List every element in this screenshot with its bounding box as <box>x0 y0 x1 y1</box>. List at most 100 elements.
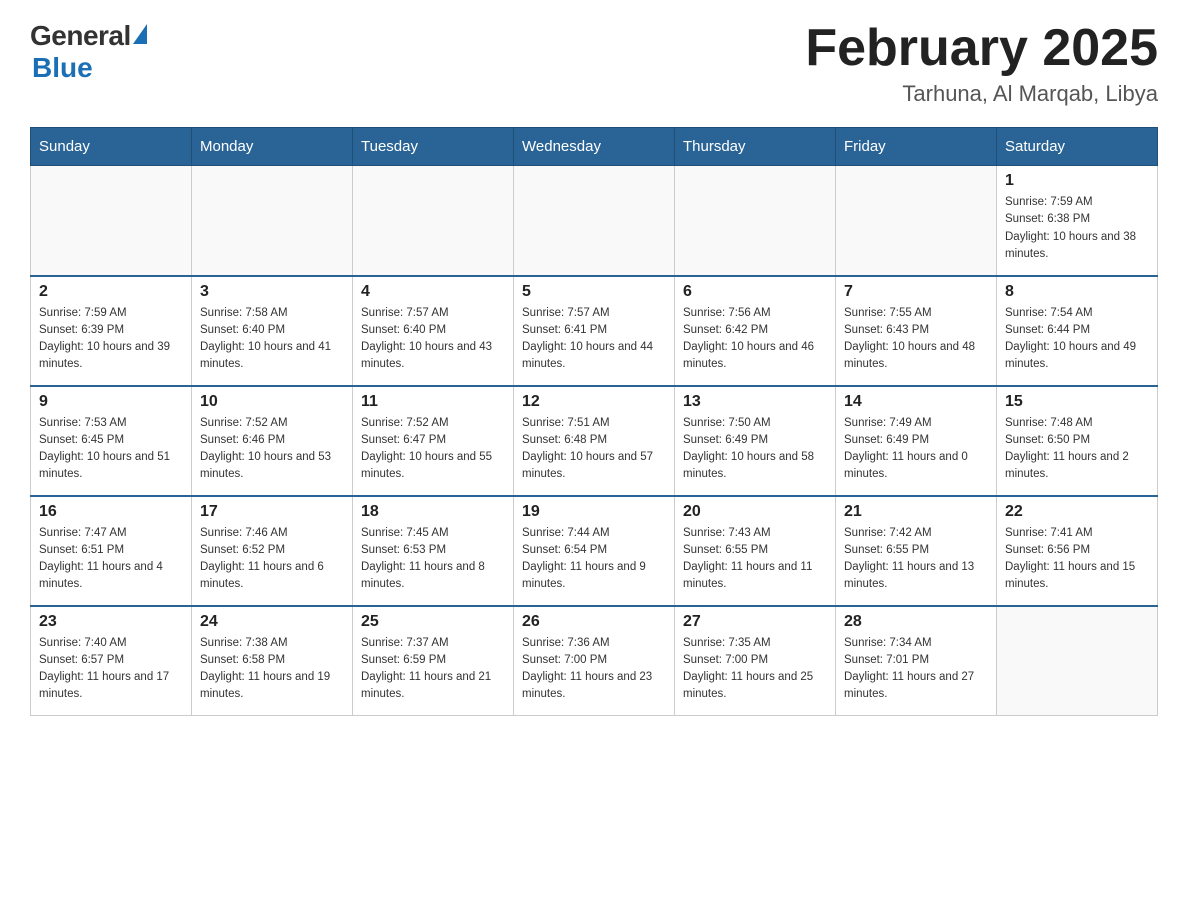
calendar-cell: 19 Sunrise: 7:44 AMSunset: 6:54 PMDayligh… <box>514 496 675 606</box>
day-info: Sunrise: 7:35 AMSunset: 7:00 PMDaylight:… <box>683 635 827 704</box>
logo-blue-text: Blue <box>32 52 93 84</box>
day-info: Sunrise: 7:44 AMSunset: 6:54 PMDaylight:… <box>522 525 666 594</box>
weekday-header-row: SundayMondayTuesdayWednesdayThursdayFrid… <box>31 128 1158 166</box>
calendar-cell: 5 Sunrise: 7:57 AMSunset: 6:41 PMDaylight… <box>514 276 675 386</box>
calendar-cell: 7 Sunrise: 7:55 AMSunset: 6:43 PMDaylight… <box>836 276 997 386</box>
day-number: 13 <box>683 393 827 411</box>
week-row-2: 2Sunrise: 7:59 AMSunset: 6:39 PMDaylight… <box>31 276 1158 386</box>
day-number: 16 <box>39 503 183 521</box>
day-number: 18 <box>361 503 505 521</box>
calendar-cell: 22 Sunrise: 7:41 AMSunset: 6:56 PMDayligh… <box>997 496 1158 606</box>
calendar-cell <box>353 166 514 276</box>
day-number: 11 <box>361 393 505 411</box>
calendar-cell: 20Sunrise: 7:43 AMSunset: 6:55 PMDayligh… <box>675 496 836 606</box>
day-info: Sunrise: 7:49 AMSunset: 6:49 PMDaylight:… <box>844 415 988 484</box>
calendar-cell: 27 Sunrise: 7:35 AMSunset: 7:00 PMDayligh… <box>675 606 836 716</box>
day-number: 4 <box>361 283 505 301</box>
calendar-cell: 15 Sunrise: 7:48 AMSunset: 6:50 PMDayligh… <box>997 386 1158 496</box>
weekday-header-saturday: Saturday <box>997 128 1158 166</box>
calendar-subtitle: Tarhuna, Al Marqab, Libya <box>805 81 1158 107</box>
day-number: 25 <box>361 613 505 631</box>
day-info: Sunrise: 7:48 AMSunset: 6:50 PMDaylight:… <box>1005 415 1149 484</box>
week-row-3: 9 Sunrise: 7:53 AMSunset: 6:45 PMDaylight… <box>31 386 1158 496</box>
day-info: Sunrise: 7:59 AMSunset: 6:39 PMDaylight:… <box>39 305 183 374</box>
logo: General Blue <box>30 20 147 84</box>
calendar-cell: 2Sunrise: 7:59 AMSunset: 6:39 PMDaylight… <box>31 276 192 386</box>
day-info: Sunrise: 7:58 AMSunset: 6:40 PMDaylight:… <box>200 305 344 374</box>
calendar-cell: 13 Sunrise: 7:50 AMSunset: 6:49 PMDayligh… <box>675 386 836 496</box>
calendar-cell: 3 Sunrise: 7:58 AMSunset: 6:40 PMDaylight… <box>192 276 353 386</box>
weekday-header-tuesday: Tuesday <box>353 128 514 166</box>
day-number: 23 <box>39 613 183 631</box>
calendar-cell <box>997 606 1158 716</box>
day-number: 10 <box>200 393 344 411</box>
day-info: Sunrise: 7:54 AMSunset: 6:44 PMDaylight:… <box>1005 305 1149 374</box>
day-info: Sunrise: 7:36 AMSunset: 7:00 PMDaylight:… <box>522 635 666 704</box>
calendar-cell: 12 Sunrise: 7:51 AMSunset: 6:48 PMDayligh… <box>514 386 675 496</box>
calendar-cell: 6 Sunrise: 7:56 AMSunset: 6:42 PMDaylight… <box>675 276 836 386</box>
week-row-5: 23 Sunrise: 7:40 AMSunset: 6:57 PMDayligh… <box>31 606 1158 716</box>
week-row-1: 1 Sunrise: 7:59 AMSunset: 6:38 PMDaylight… <box>31 166 1158 276</box>
calendar-cell <box>514 166 675 276</box>
logo-triangle-icon <box>133 24 147 44</box>
day-number: 3 <box>200 283 344 301</box>
calendar-cell: 1 Sunrise: 7:59 AMSunset: 6:38 PMDaylight… <box>997 166 1158 276</box>
calendar-cell: 9 Sunrise: 7:53 AMSunset: 6:45 PMDaylight… <box>31 386 192 496</box>
day-number: 27 <box>683 613 827 631</box>
day-number: 14 <box>844 393 988 411</box>
day-number: 12 <box>522 393 666 411</box>
day-info: Sunrise: 7:59 AMSunset: 6:38 PMDaylight:… <box>1005 194 1149 263</box>
calendar-cell: 24 Sunrise: 7:38 AMSunset: 6:58 PMDayligh… <box>192 606 353 716</box>
calendar-title: February 2025 <box>805 20 1158 77</box>
day-number: 1 <box>1005 172 1149 190</box>
calendar-cell: 26 Sunrise: 7:36 AMSunset: 7:00 PMDayligh… <box>514 606 675 716</box>
calendar-cell <box>31 166 192 276</box>
calendar-cell <box>675 166 836 276</box>
logo-general-text: General <box>30 20 131 52</box>
day-info: Sunrise: 7:56 AMSunset: 6:42 PMDaylight:… <box>683 305 827 374</box>
day-number: 5 <box>522 283 666 301</box>
day-number: 22 <box>1005 503 1149 521</box>
day-info: Sunrise: 7:53 AMSunset: 6:45 PMDaylight:… <box>39 415 183 484</box>
day-number: 19 <box>522 503 666 521</box>
day-info: Sunrise: 7:38 AMSunset: 6:58 PMDaylight:… <box>200 635 344 704</box>
weekday-header-friday: Friday <box>836 128 997 166</box>
day-number: 15 <box>1005 393 1149 411</box>
weekday-header-thursday: Thursday <box>675 128 836 166</box>
day-number: 21 <box>844 503 988 521</box>
day-info: Sunrise: 7:37 AMSunset: 6:59 PMDaylight:… <box>361 635 505 704</box>
day-number: 9 <box>39 393 183 411</box>
weekday-header-wednesday: Wednesday <box>514 128 675 166</box>
day-info: Sunrise: 7:34 AMSunset: 7:01 PMDaylight:… <box>844 635 988 704</box>
title-section: February 2025 Tarhuna, Al Marqab, Libya <box>805 20 1158 107</box>
calendar-cell: 10 Sunrise: 7:52 AMSunset: 6:46 PMDayligh… <box>192 386 353 496</box>
calendar-table: SundayMondayTuesdayWednesdayThursdayFrid… <box>30 127 1158 716</box>
day-info: Sunrise: 7:55 AMSunset: 6:43 PMDaylight:… <box>844 305 988 374</box>
day-info: Sunrise: 7:43 AMSunset: 6:55 PMDaylight:… <box>683 525 827 594</box>
day-info: Sunrise: 7:52 AMSunset: 6:46 PMDaylight:… <box>200 415 344 484</box>
calendar-cell: 23 Sunrise: 7:40 AMSunset: 6:57 PMDayligh… <box>31 606 192 716</box>
day-info: Sunrise: 7:41 AMSunset: 6:56 PMDaylight:… <box>1005 525 1149 594</box>
day-number: 7 <box>844 283 988 301</box>
calendar-cell: 28Sunrise: 7:34 AMSunset: 7:01 PMDayligh… <box>836 606 997 716</box>
day-number: 26 <box>522 613 666 631</box>
day-number: 6 <box>683 283 827 301</box>
day-info: Sunrise: 7:50 AMSunset: 6:49 PMDaylight:… <box>683 415 827 484</box>
day-info: Sunrise: 7:51 AMSunset: 6:48 PMDaylight:… <box>522 415 666 484</box>
day-number: 17 <box>200 503 344 521</box>
calendar-cell: 16Sunrise: 7:47 AMSunset: 6:51 PMDayligh… <box>31 496 192 606</box>
calendar-cell <box>192 166 353 276</box>
calendar-cell: 14 Sunrise: 7:49 AMSunset: 6:49 PMDayligh… <box>836 386 997 496</box>
calendar-cell: 21Sunrise: 7:42 AMSunset: 6:55 PMDayligh… <box>836 496 997 606</box>
week-row-4: 16Sunrise: 7:47 AMSunset: 6:51 PMDayligh… <box>31 496 1158 606</box>
weekday-header-sunday: Sunday <box>31 128 192 166</box>
calendar-cell: 25 Sunrise: 7:37 AMSunset: 6:59 PMDayligh… <box>353 606 514 716</box>
weekday-header-monday: Monday <box>192 128 353 166</box>
day-info: Sunrise: 7:57 AMSunset: 6:41 PMDaylight:… <box>522 305 666 374</box>
day-number: 24 <box>200 613 344 631</box>
day-info: Sunrise: 7:52 AMSunset: 6:47 PMDaylight:… <box>361 415 505 484</box>
page-header: General Blue February 2025 Tarhuna, Al M… <box>30 20 1158 107</box>
day-info: Sunrise: 7:40 AMSunset: 6:57 PMDaylight:… <box>39 635 183 704</box>
calendar-cell: 4 Sunrise: 7:57 AMSunset: 6:40 PMDaylight… <box>353 276 514 386</box>
day-info: Sunrise: 7:57 AMSunset: 6:40 PMDaylight:… <box>361 305 505 374</box>
